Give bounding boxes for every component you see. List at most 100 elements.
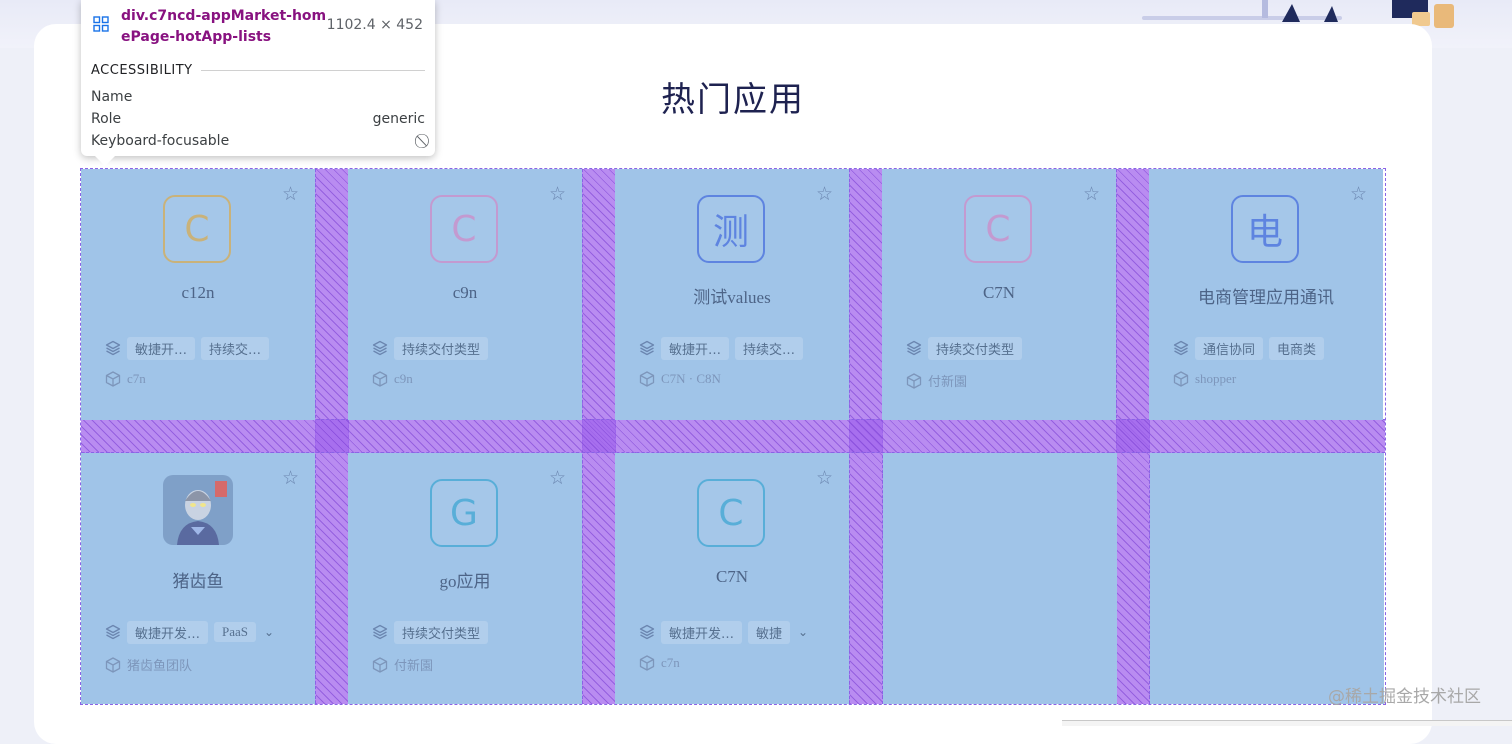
star-icon[interactable]: ☆ [1350,183,1367,206]
grid-layout-icon [93,16,109,32]
app-tags: 敏捷开发… PaaS ⌄ [105,620,274,644]
layers-icon [639,340,655,356]
star-icon[interactable]: ☆ [282,183,299,206]
layers-icon [1173,340,1189,356]
app-tag: 通信协同 [1195,336,1264,360]
tooltip-row-name: Name [91,89,425,105]
watermark: @稀土掘金技术社区 [1328,687,1481,707]
team-name: 付新園 [394,659,434,674]
grid-empty-cell [883,453,1117,704]
star-icon[interactable]: ☆ [549,183,566,206]
app-name: go应用 [439,572,491,591]
team-name: c7n [127,371,146,386]
cube-icon [1173,371,1189,387]
app-tags: 通信协同 电商类 [1173,336,1325,360]
app-icon: C [163,195,231,263]
row-label: Keyboard-focusable [91,133,230,149]
app-tags: 敏捷开… 持续交… [639,336,804,360]
team-name: C7N · C8N [661,371,721,386]
star-icon[interactable]: ☆ [1083,183,1100,206]
app-name: 电商管理应用通讯 [1198,288,1334,307]
app-name: C7N [982,283,1016,302]
divider [200,70,425,71]
app-team: 付新園 [906,371,967,390]
cube-icon [906,372,922,389]
element-size: 1102.4 × 452 [326,17,423,33]
accessibility-label: ACCESSIBILITY [91,63,193,78]
app-icon: C [697,479,765,547]
app-card[interactable]: 电 ☆ 电商管理应用通讯 通信协同 电商类 shopper [1149,169,1383,420]
app-tags: 敏捷开… 持续交… [105,336,270,360]
row-label: Role [91,111,122,127]
app-team: 猪齿鱼团队 [105,655,192,674]
app-tags: 持续交付类型 [372,620,489,644]
app-icon: G [430,479,498,547]
app-tags: 持续交付类型 [372,336,489,360]
app-tags: 持续交付类型 [906,336,1023,360]
app-icon: 电 [1231,195,1299,263]
accessibility-heading: ACCESSIBILITY [91,63,425,78]
cube-icon [105,371,121,387]
app-card[interactable]: C ☆ c9n 持续交付类型 c9n [348,169,582,420]
app-card[interactable]: C ☆ C7N 敏捷开发… 敏捷 ⌄ c7n [615,453,849,704]
app-card[interactable]: G ☆ go应用 持续交付类型 付新園 [348,453,582,704]
app-tag: 持续交… [201,336,270,360]
row-label: Name [91,89,133,105]
cube-icon [639,371,655,387]
cube-icon [372,656,388,673]
star-icon[interactable]: ☆ [282,467,299,490]
chevron-down-icon[interactable]: ⌄ [264,625,274,639]
app-name: c9n [452,283,478,302]
app-tag: 电商类 [1269,336,1325,360]
app-avatar-image [163,475,233,545]
tooltip-row-role: Role generic [91,111,425,127]
team-name: c7n [661,655,680,670]
app-card[interactable]: C ☆ c12n 敏捷开… 持续交… c7n [81,169,315,420]
layers-icon [906,340,922,356]
layers-icon [372,624,388,640]
element-selector: div.c7ncd-appMarket-homePage-hotApp-list… [121,8,327,45]
app-tag: 持续交付类型 [928,336,1023,360]
chevron-down-icon[interactable]: ⌄ [798,625,808,639]
app-team: c7n [639,655,680,671]
grid-row-gap [81,419,1385,453]
app-team: c7n [105,371,146,387]
app-tag: 敏捷 [748,620,791,644]
app-card[interactable]: ☆ 猪齿鱼 敏捷开发… PaaS ⌄ 猪齿鱼团队 [81,453,315,704]
app-tag: 敏捷开发… [127,620,209,644]
cube-icon [372,371,388,387]
layers-icon [372,340,388,356]
app-icon: C [964,195,1032,263]
star-icon[interactable]: ☆ [816,183,833,206]
app-name: 测试values [693,288,771,307]
app-card[interactable]: 测 ☆ 测试values 敏捷开… 持续交… C7N · C8N [615,169,849,420]
app-icon: C [430,195,498,263]
app-name: c12n [181,283,215,302]
app-tag: 敏捷开发… [661,620,743,644]
app-name: 猪齿鱼 [172,572,224,591]
team-name: c9n [394,371,413,386]
app-name: C7N [715,567,749,586]
star-icon[interactable]: ☆ [549,467,566,490]
cube-icon [105,656,121,673]
app-tag: 敏捷开… [661,336,730,360]
star-icon[interactable]: ☆ [816,467,833,490]
app-card[interactable]: C ☆ C7N 持续交付类型 付新園 [882,169,1116,420]
app-tag: PaaS [214,622,257,642]
app-icon: 测 [697,195,765,263]
app-tags: 敏捷开发… 敏捷 ⌄ [639,620,808,644]
bottom-scrollbar-edge [1062,720,1512,726]
app-team: shopper [1173,371,1236,387]
team-name: shopper [1195,371,1237,386]
row-value: generic [372,111,425,127]
cube-icon [639,655,655,671]
layers-icon [105,624,121,640]
app-tag: 持续交付类型 [394,620,489,644]
app-team: 付新園 [372,655,433,674]
devtools-inspect-tooltip: div.c7ncd-appMarket-homePage-hotApp-list… [81,0,435,166]
app-team: c9n [372,371,413,387]
app-tag: 持续交付类型 [394,336,489,360]
app-tag: 敏捷开… [127,336,196,360]
team-name: 猪齿鱼团队 [127,659,193,674]
team-name: 付新園 [928,375,968,390]
